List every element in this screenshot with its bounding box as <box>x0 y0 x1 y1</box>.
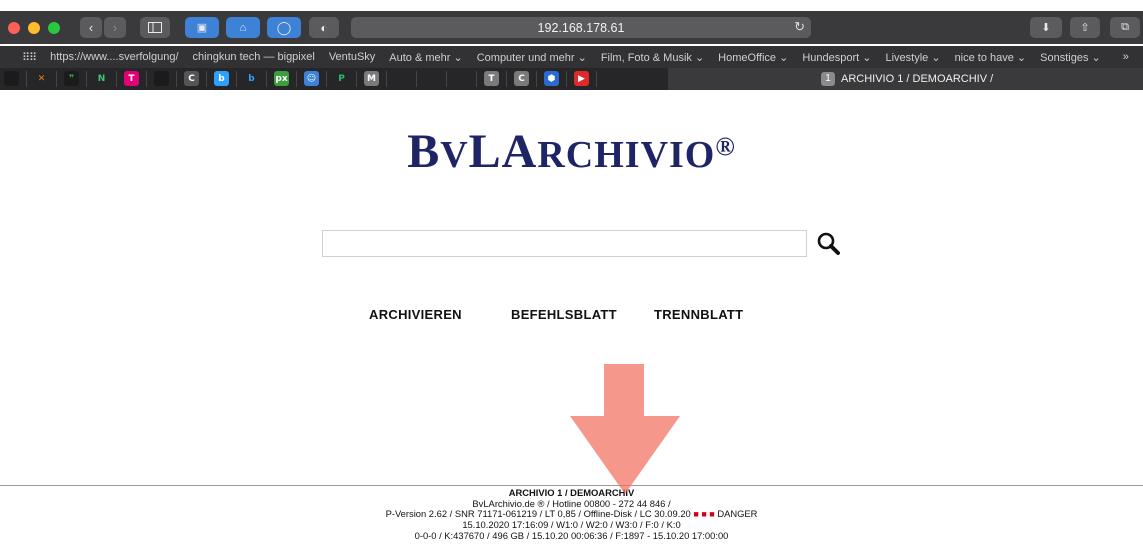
apple-icon[interactable] <box>424 71 439 86</box>
b-logo-icon[interactable]: b <box>214 71 229 86</box>
down-arrow-annotation <box>570 364 680 494</box>
p-logo-icon[interactable]: P <box>334 71 349 86</box>
film-icon: ▣ <box>196 22 208 34</box>
tab-separator <box>536 71 537 87</box>
tab-bar: 1 ARCHIVIO 1 / DEMOARCHIV / ✕ ❞ N T Cb b px ☺ P M… <box>0 68 1143 90</box>
c-logo-icon[interactable]: C <box>514 71 529 86</box>
extension-button-3[interactable]: ◯ <box>267 17 301 38</box>
bookmark-folder[interactable]: Hundesport ⌄ <box>802 51 871 64</box>
bookmark-folder[interactable]: HomeOffice ⌄ <box>718 51 788 64</box>
hex-icon[interactable]: ⬢ <box>544 71 559 86</box>
back-button[interactable]: ‹ <box>80 17 102 38</box>
download-icon: ⬇ <box>1041 22 1051 34</box>
status-footer: ARCHIVIO 1 / DEMOARCHIV BvLArchivio.de ®… <box>0 487 1143 542</box>
grid-icon[interactable]: ⠿⠿ <box>22 51 37 64</box>
stats-line: 0-0-0 / K:437670 / 496 GB / 15.10.20 00:… <box>414 529 729 541</box>
apple-icon[interactable] <box>454 71 469 86</box>
tab-separator <box>416 71 417 87</box>
apple-icon[interactable] <box>394 71 409 86</box>
t-logo-icon[interactable]: T <box>484 71 499 86</box>
danger-indicator: ■ ■ ■ <box>693 509 715 520</box>
tab-separator <box>56 71 57 87</box>
close-window-button[interactable] <box>8 22 20 34</box>
sidebar-icon <box>148 22 162 33</box>
extension-button-1[interactable]: ▣ <box>185 17 219 38</box>
bookmark-item[interactable]: chingkun tech — bigpixel <box>193 51 315 63</box>
downloads-button[interactable]: ⬇ <box>1030 17 1062 38</box>
minimize-window-button[interactable] <box>28 22 40 34</box>
circle-icon: ◯ <box>276 19 292 35</box>
youtube-icon[interactable]: ▶ <box>574 71 589 86</box>
privacy-shield-button[interactable]: ◐ <box>309 17 339 38</box>
search-icon <box>817 232 840 255</box>
cups-icon[interactable]: C <box>184 71 199 86</box>
more-bookmarks-icon[interactable]: » <box>1123 51 1129 63</box>
tab-separator <box>386 71 387 87</box>
m-logo-icon[interactable]: M <box>364 71 379 86</box>
chat-bubble-icon[interactable]: ❞ <box>64 71 79 86</box>
bookmark-folder[interactable]: Film, Foto & Musik ⌄ <box>601 51 704 64</box>
address-text: 192.168.178.61 <box>537 20 625 35</box>
bookmark-item[interactable]: VentuSky <box>329 51 375 63</box>
bookmark-folder[interactable]: Livestyle ⌄ <box>885 51 940 64</box>
tab-separator <box>326 71 327 87</box>
search-input[interactable] <box>322 230 807 257</box>
tab-separator <box>266 71 267 87</box>
bookmark-folder[interactable]: Sonstiges ⌄ <box>1040 51 1101 64</box>
tabs-icon: ⧉ <box>1121 21 1129 33</box>
tabs-overview-button[interactable]: ⧉ <box>1110 17 1140 38</box>
tab-separator <box>236 71 237 87</box>
share-icon: ⇧ <box>1080 22 1090 34</box>
tab-separator <box>26 71 27 87</box>
chevron-left-icon: ‹ <box>88 20 94 35</box>
danger-label: DANGER <box>717 508 758 520</box>
b-small-icon[interactable]: b <box>244 71 259 86</box>
bookmarks-bar: ⠿⠿ https://www....sverfolgung/ chingkun … <box>0 46 1143 68</box>
tab-separator <box>296 71 297 87</box>
tab-title: ARCHIVIO 1 / DEMOARCHIV / <box>841 73 994 85</box>
forward-button[interactable]: › <box>104 17 126 38</box>
tab-separator <box>476 71 477 87</box>
robot-icon[interactable]: ☺ <box>304 71 319 86</box>
x-logo-icon[interactable]: ✕ <box>34 71 49 86</box>
tab-separator <box>566 71 567 87</box>
cap-icon: ⌂ <box>239 21 247 34</box>
extension-button-2[interactable]: ⌂ <box>226 17 260 38</box>
reload-icon[interactable]: ↻ <box>794 19 805 35</box>
bookmark-folder[interactable]: Auto & mehr ⌄ <box>389 51 462 64</box>
chevron-right-icon: › <box>112 20 118 35</box>
px-icon[interactable]: px <box>274 71 289 86</box>
tab-separator <box>116 71 117 87</box>
tab-separator <box>356 71 357 87</box>
tab-separator <box>176 71 177 87</box>
tab-separator <box>446 71 447 87</box>
sidebar-toggle-button[interactable] <box>140 17 170 38</box>
bvlarchivio-logo: BVLARCHIVIO® <box>407 125 736 178</box>
active-tab[interactable]: 1 ARCHIVIO 1 / DEMOARCHIV / <box>668 68 1143 90</box>
tab-separator <box>146 71 147 87</box>
browser-titlebar: ‹ › ▣ ⌂ ◯ ◐ 192.168.178.61 ↻ ⬇ ⇧ ⧉ <box>0 11 1143 44</box>
n-logo-icon[interactable]: N <box>94 71 109 86</box>
bookmark-folder[interactable]: nice to have ⌄ <box>955 51 1027 64</box>
maximize-window-button[interactable] <box>48 22 60 34</box>
shield-icon: ◐ <box>320 20 328 35</box>
tab-number-badge: 1 <box>821 72 835 86</box>
archivieren-link[interactable]: ARCHIVIEREN <box>369 307 462 322</box>
telekom-icon[interactable]: T <box>124 71 139 86</box>
befehlsblatt-link[interactable]: BEFEHLSBLATT <box>511 307 617 322</box>
bookmark-square-icon[interactable] <box>4 71 19 86</box>
address-bar[interactable]: 192.168.178.61 ↻ <box>351 17 811 38</box>
bookmark-folder[interactable]: Computer und mehr ⌄ <box>477 51 587 64</box>
tab-separator <box>86 71 87 87</box>
blank-tab-icon[interactable] <box>154 71 169 86</box>
tab-separator <box>596 71 597 87</box>
trennblatt-link[interactable]: TRENNBLATT <box>654 307 743 322</box>
search-button[interactable] <box>816 231 842 257</box>
tab-separator <box>506 71 507 87</box>
tab-separator <box>206 71 207 87</box>
share-button[interactable]: ⇧ <box>1070 17 1100 38</box>
bookmark-item[interactable]: https://www....sverfolgung/ <box>50 51 178 63</box>
